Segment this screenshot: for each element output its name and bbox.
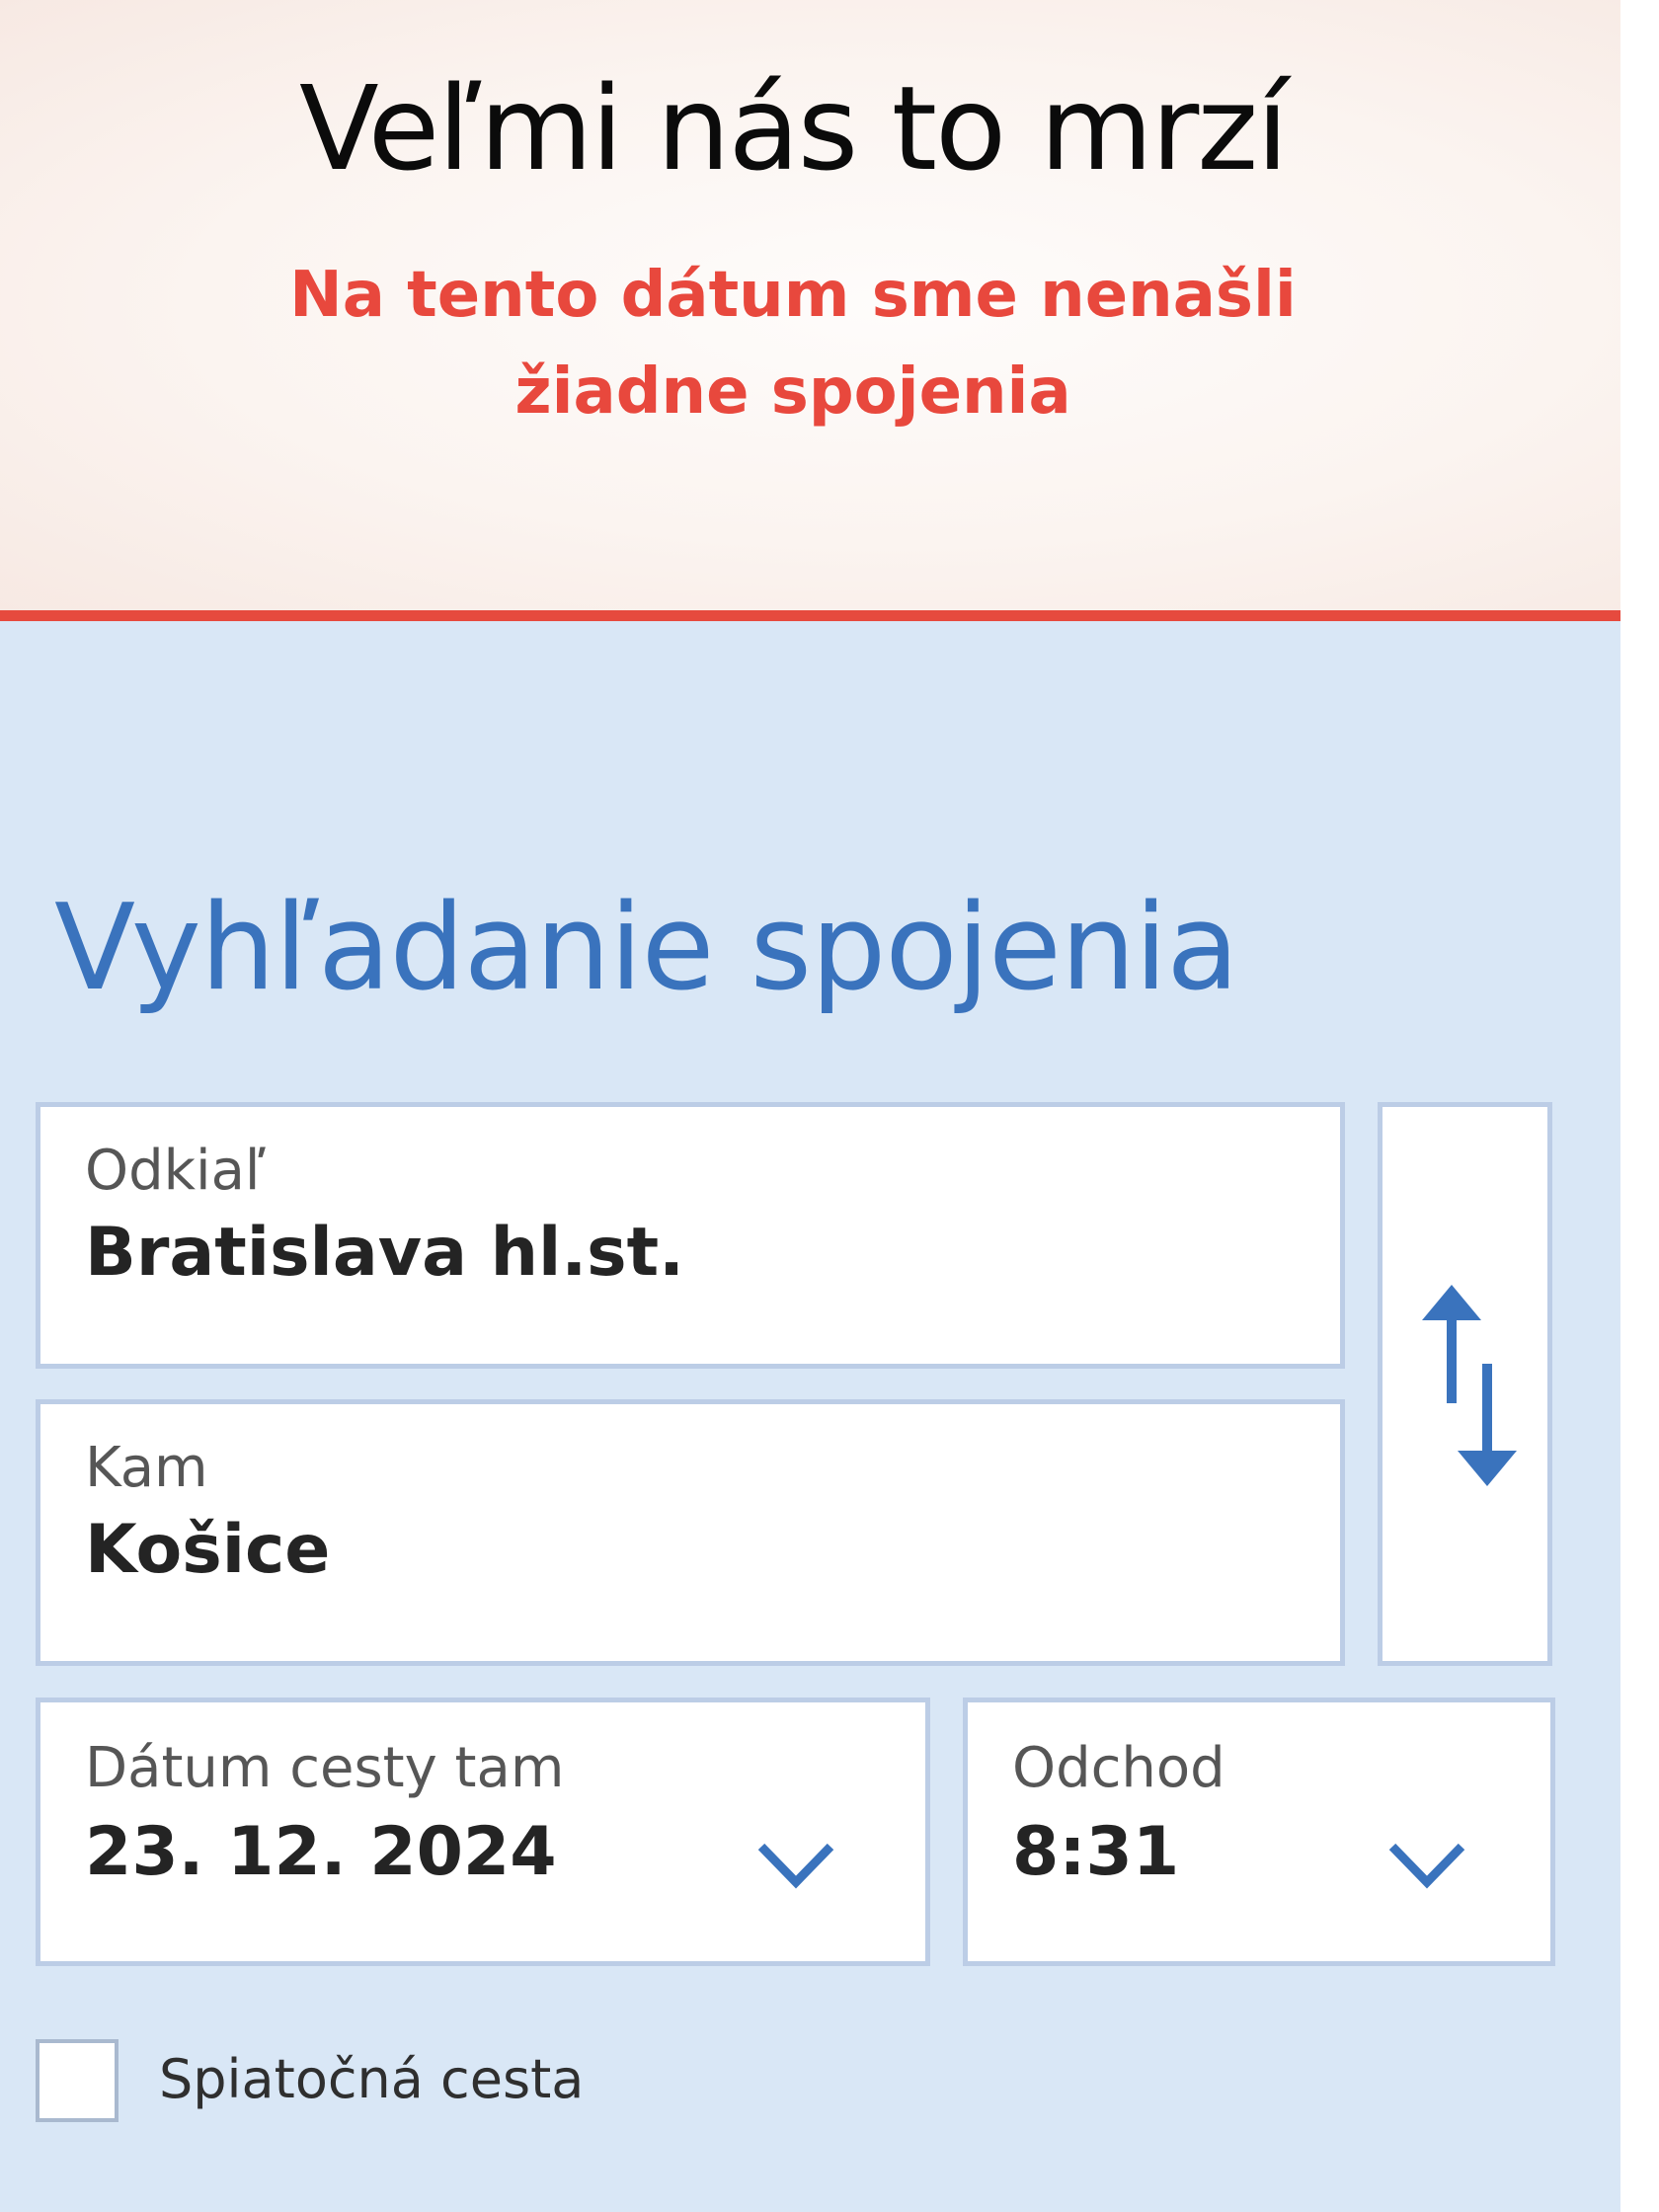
from-value: Bratislava hl.st. — [85, 1214, 684, 1292]
departure-date-select[interactable]: Dátum cesty tam 23. 12. 2024 — [36, 1698, 930, 1966]
to-field[interactable]: Kam Košice — [36, 1399, 1345, 1666]
search-title: Vyhľadanie spojenia — [54, 880, 1239, 1017]
page: Veľmi nás to mrzí Na tento dátum sme nen… — [0, 0, 1659, 2212]
no-results-alert: Veľmi nás to mrzí Na tento dátum sme nen… — [0, 0, 1620, 610]
alert-title: Veľmi nás to mrzí — [299, 60, 1289, 197]
date-label: Dátum cesty tam — [85, 1736, 565, 1800]
time-value: 8:31 — [1012, 1813, 1180, 1891]
swap-vertical-arrows-icon — [1422, 1285, 1517, 1486]
from-field[interactable]: Odkiaľ Bratislava hl.st. — [36, 1102, 1345, 1369]
to-value: Košice — [85, 1511, 331, 1589]
departure-time-select[interactable]: Odchod 8:31 — [963, 1698, 1555, 1966]
time-label: Odchod — [1012, 1736, 1225, 1800]
chevron-down-icon — [757, 1843, 834, 1889]
alert-divider — [0, 610, 1620, 621]
return-trip-label[interactable]: Spiatočná cesta — [159, 2043, 584, 2116]
alert-message: Na tento dátum sme nenašli žiadne spojen… — [289, 259, 1297, 429]
from-label: Odkiaľ — [85, 1139, 266, 1203]
return-trip-checkbox[interactable] — [36, 2039, 118, 2122]
swap-stations-button[interactable] — [1378, 1102, 1552, 1666]
to-label: Kam — [85, 1436, 208, 1500]
date-value: 23. 12. 2024 — [85, 1813, 557, 1891]
connection-panel: Veľmi nás to mrzí Na tento dátum sme nen… — [0, 0, 1620, 2212]
search-form: Vyhľadanie spojenia Odkiaľ Bratislava hl… — [0, 621, 1620, 2212]
chevron-down-icon — [1388, 1843, 1465, 1889]
